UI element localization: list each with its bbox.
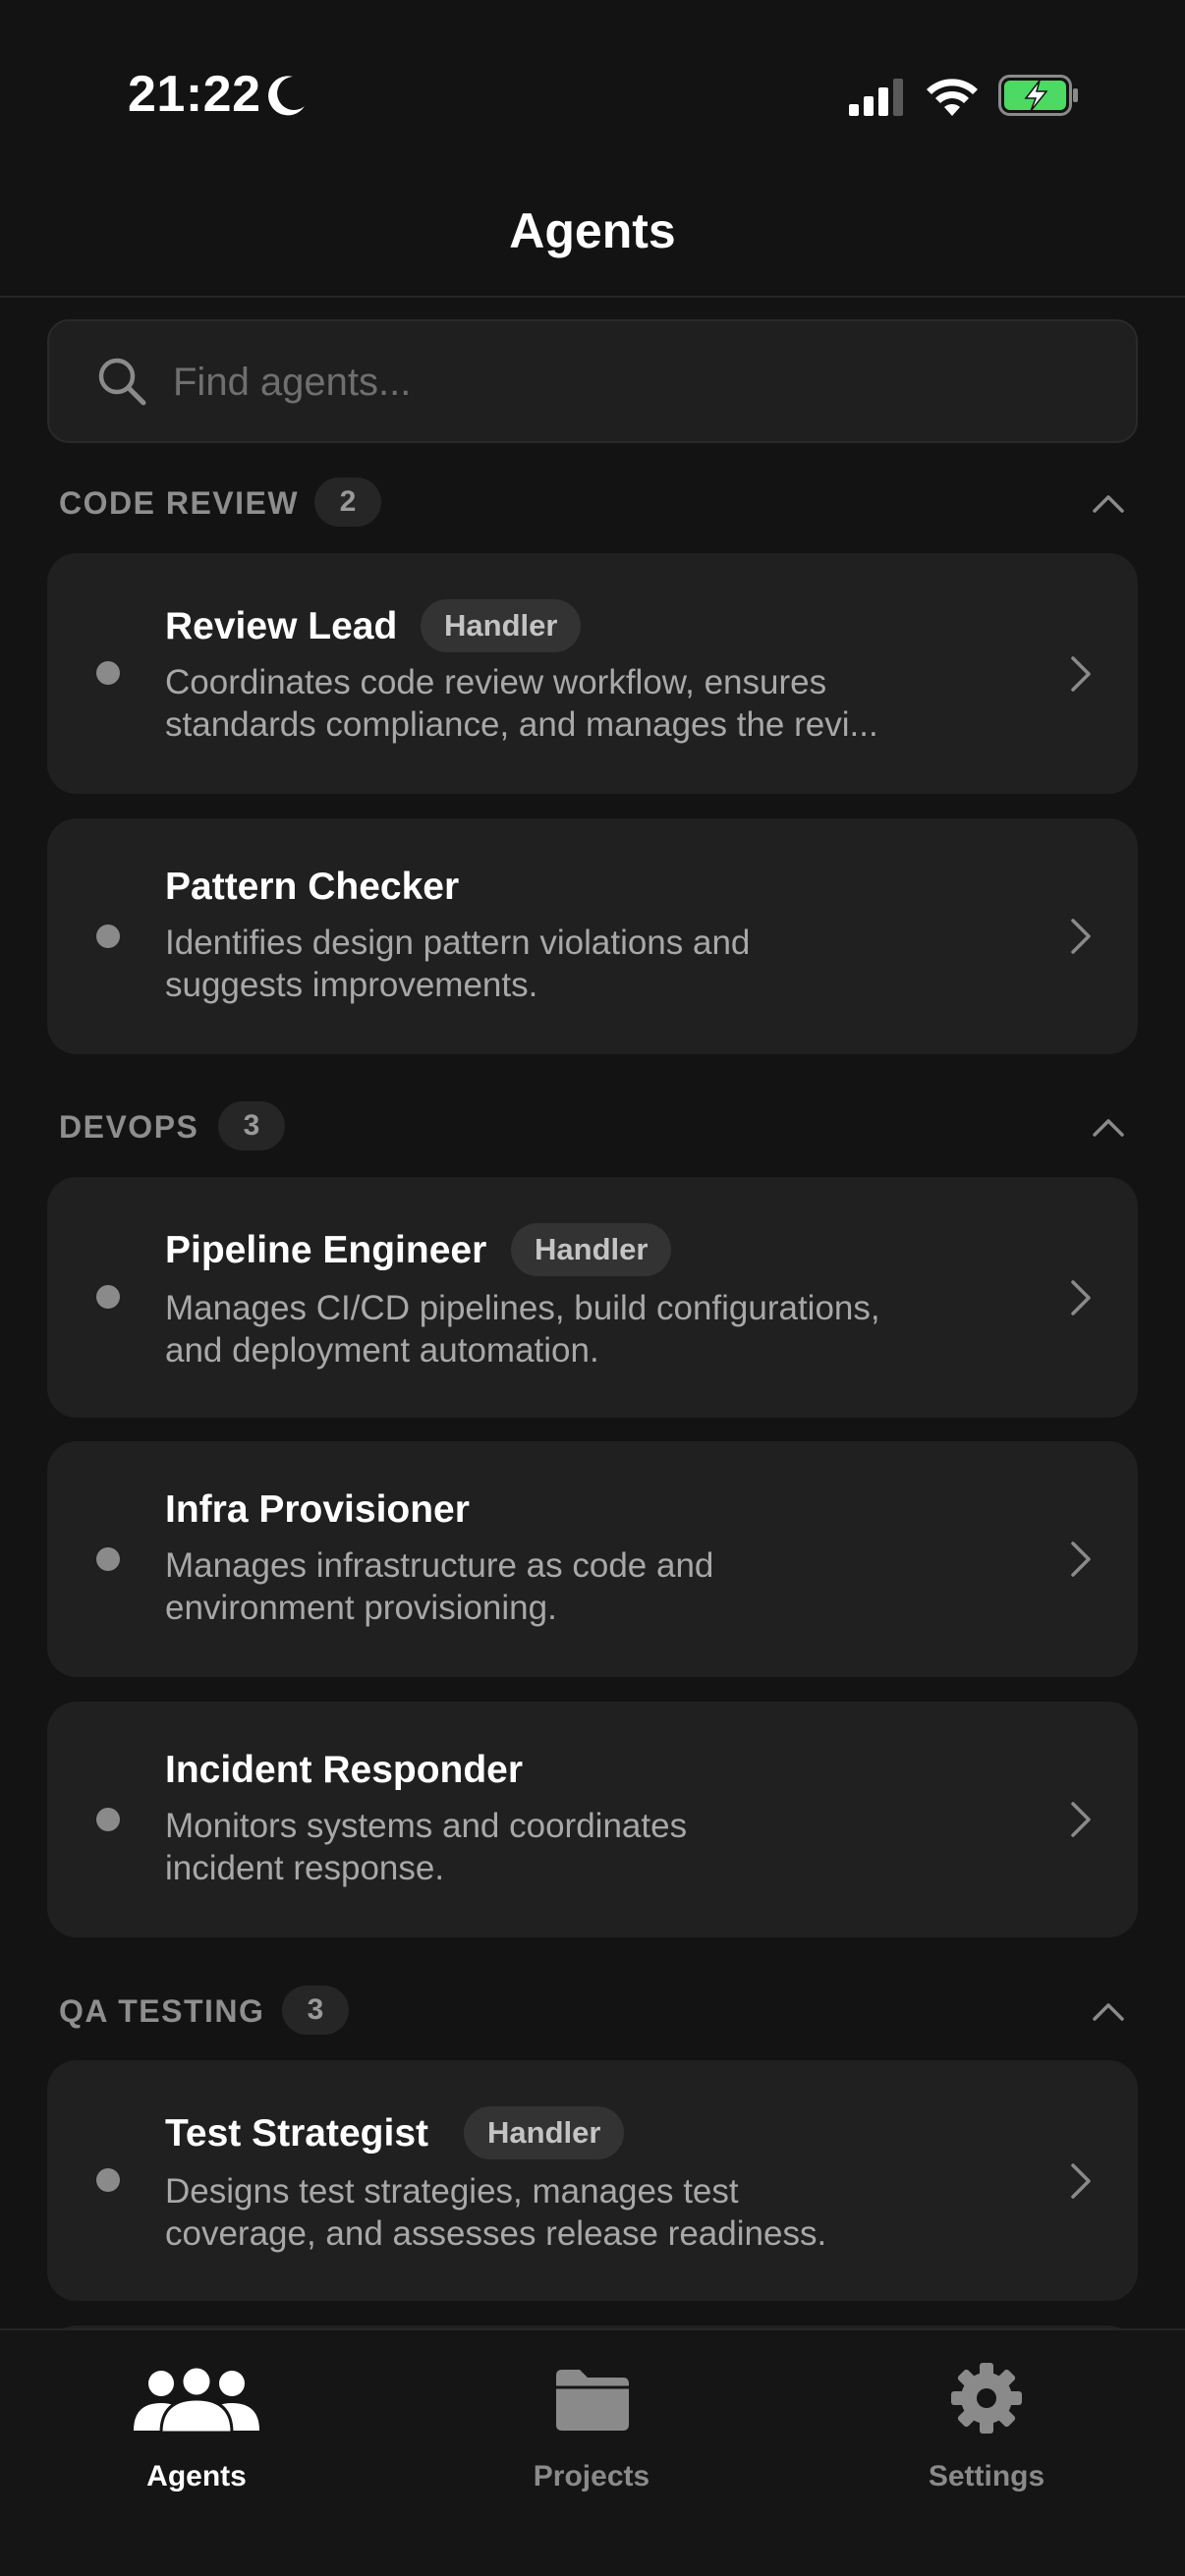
chevron-up-icon[interactable]: [1091, 489, 1126, 517]
folder-icon: [556, 2370, 629, 2431]
status-dot: [96, 2168, 120, 2192]
agents-screen: 21:22 Agents C: [0, 0, 1185, 2576]
chevron-right-icon: [1071, 1541, 1091, 1577]
agent-card-pattern-checker[interactable]: Pattern Checker Identifies design patter…: [47, 818, 1138, 1054]
tab-label: Projects: [533, 2460, 650, 2492]
agent-name: Incident Responder: [165, 1749, 524, 1791]
agent-description-line: Manages infrastructure as code and: [165, 1546, 714, 1585]
wifi-icon: [927, 79, 978, 116]
section-title: QA TESTING: [59, 1993, 265, 2029]
gear-icon: [951, 2363, 1022, 2434]
agent-card-test-strategist[interactable]: Test Strategist Handler Designs test str…: [47, 2060, 1138, 2301]
section-title: CODE REVIEW: [59, 485, 300, 521]
agent-description: Monitors systems and coordinates inciden…: [165, 1805, 990, 1889]
section-count-badge: 2: [314, 477, 381, 527]
agent-name: Pipeline Engineer: [165, 1229, 487, 1271]
agent-description-line: incident response.: [165, 1849, 445, 1887]
tab-label: Settings: [928, 2460, 1045, 2492]
page-title: Agents: [509, 203, 676, 258]
agent-description-line: environment provisioning.: [165, 1589, 557, 1627]
chevron-right-icon: [1071, 2163, 1091, 2199]
tab-projects[interactable]: Projects: [464, 2350, 719, 2497]
section-header-devops[interactable]: DEVOPS 3: [0, 1099, 1185, 1154]
nav-divider: [0, 296, 1185, 298]
status-dot: [96, 924, 120, 948]
section-count-badge: 3: [282, 1986, 349, 2035]
section-count-badge: 3: [218, 1101, 285, 1150]
tab-settings[interactable]: Settings: [859, 2350, 1114, 2497]
agent-description-line: coverage, and assesses release readiness…: [165, 2214, 827, 2253]
agent-description: Designs test strategies, manages test co…: [165, 2170, 990, 2255]
search-input[interactable]: [173, 341, 1097, 423]
section-title: DEVOPS: [59, 1109, 199, 1145]
chevron-right-icon: [1071, 656, 1091, 692]
handler-badge: Handler: [464, 2106, 625, 2159]
agent-description: Manages infrastructure as code and envir…: [165, 1544, 990, 1629]
agent-name: Review Lead: [165, 605, 398, 647]
agent-description-line: suggests improvements.: [165, 966, 538, 1004]
chevron-up-icon[interactable]: [1091, 1113, 1126, 1141]
tab-label: Agents: [146, 2460, 247, 2492]
agent-card-pipeline-engineer[interactable]: Pipeline Engineer Handler Manages CI/CD …: [47, 1177, 1138, 1418]
agent-description-line: Coordinates code review workflow, ensure…: [165, 663, 827, 701]
search-bar[interactable]: [47, 319, 1138, 443]
people-icon: [134, 2368, 259, 2433]
agent-card-review-lead[interactable]: Review Lead Handler Coordinates code rev…: [47, 553, 1138, 794]
search-icon: [98, 358, 146, 406]
agent-description: Manages CI/CD pipelines, build configura…: [165, 1287, 990, 1372]
agent-description-line: standards compliance, and manages the re…: [165, 705, 878, 744]
chevron-up-icon[interactable]: [1091, 1997, 1126, 2025]
status-time: 21:22: [128, 66, 261, 123]
section-header-code-review[interactable]: CODE REVIEW 2: [0, 476, 1185, 531]
signal-icon: [849, 79, 903, 116]
status-dot: [96, 1285, 120, 1309]
agent-description: Coordinates code review workflow, ensure…: [165, 661, 990, 746]
agent-card-infra-provisioner[interactable]: Infra Provisioner Manages infrastructure…: [47, 1441, 1138, 1677]
chevron-right-icon: [1071, 1802, 1091, 1837]
handler-badge: Handler: [421, 599, 582, 652]
agent-description-line: Designs test strategies, manages test: [165, 2172, 739, 2211]
agent-name: Pattern Checker: [165, 866, 460, 908]
agent-description-line: and deployment automation.: [165, 1331, 599, 1370]
agent-name: Test Strategist: [165, 2112, 429, 2155]
agent-description-line: Manages CI/CD pipelines, build configura…: [165, 1289, 880, 1327]
chevron-right-icon: [1071, 919, 1091, 954]
battery-charging-icon: [998, 75, 1078, 116]
moon-icon: [268, 76, 305, 116]
status-dot: [96, 1547, 120, 1571]
agent-description-line: Monitors systems and coordinates: [165, 1807, 688, 1845]
tab-bar: Agents Projects Settings: [0, 2328, 1185, 2576]
agent-card-incident-responder[interactable]: Incident Responder Monitors systems and …: [47, 1702, 1138, 1937]
status-dot: [96, 1808, 120, 1831]
tab-agents[interactable]: Agents: [69, 2350, 324, 2497]
chevron-right-icon: [1071, 1280, 1091, 1316]
agent-name: Infra Provisioner: [165, 1488, 470, 1531]
status-bar: 21:22: [0, 0, 1185, 196]
agent-description-line: Identifies design pattern violations and: [165, 924, 751, 962]
status-dot: [96, 661, 120, 685]
section-header-qa-testing[interactable]: QA TESTING 3: [0, 1984, 1185, 2039]
agent-description: Identifies design pattern violations and…: [165, 922, 990, 1006]
handler-badge: Handler: [511, 1223, 672, 1276]
